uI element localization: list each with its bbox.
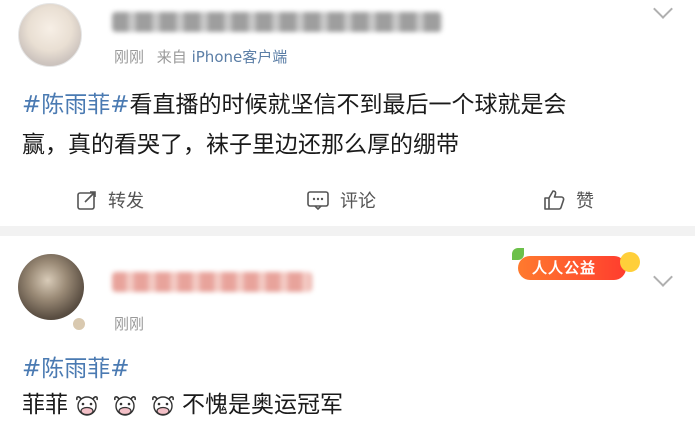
comment-label: 评论 (340, 191, 376, 212)
avatar-badge-icon (71, 316, 87, 332)
cow-emoji-icon (152, 395, 174, 416)
user-avatar[interactable] (18, 254, 84, 320)
public-welfare-badge[interactable]: 人人公益 (512, 248, 640, 284)
post-time: 刚刚 (114, 315, 145, 333)
repost-icon (77, 191, 96, 210)
post-source-device[interactable]: iPhone客户端 (192, 48, 288, 66)
like-button[interactable]: 赞 (542, 186, 594, 214)
blurred-username[interactable] (112, 12, 442, 32)
hashtag-link[interactable]: #陈雨菲# (22, 356, 130, 382)
sprig-icon (512, 248, 524, 260)
user-avatar[interactable] (18, 3, 82, 67)
like-icon (544, 190, 565, 210)
comment-icon (307, 191, 329, 211)
repost-button[interactable]: 转发 (76, 186, 144, 214)
sun-icon (620, 252, 640, 272)
badge-label: 人人公益 (532, 259, 597, 277)
post-text: 看直播的时候就坚信不到最后一个球就是会 (129, 92, 567, 118)
weibo-post-1: 刚刚 来自 iPhone客户端 #陈雨菲#看直播的时候就坚信不到最后一个球就是会… (0, 0, 695, 226)
post-text-line: #陈雨菲# (22, 350, 130, 388)
post-time: 刚刚 (114, 48, 145, 66)
post-meta: 刚刚 来自 iPhone客户端 (114, 46, 287, 67)
post-text-line: #陈雨菲#看直播的时候就坚信不到最后一个球就是会 (22, 86, 567, 124)
emoji-group (68, 392, 182, 418)
cow-emoji-icon (76, 395, 98, 416)
post-source-label: 来自 (156, 48, 187, 66)
post-text-line: 赢，真的看哭了，袜子里边还那么厚的绷带 (22, 126, 459, 164)
comment-button[interactable]: 评论 (306, 186, 376, 214)
post-text: 赢，真的看哭了，袜子里边还那么厚的绷带 (22, 132, 459, 158)
cow-emoji-icon (114, 395, 136, 416)
like-label: 赞 (576, 191, 594, 212)
post-text: 菲菲 (22, 392, 68, 418)
blurred-username[interactable] (112, 272, 312, 292)
post-text-line: 菲菲 不愧是奥运冠军 (22, 386, 343, 424)
post-text: 不愧是奥运冠军 (182, 392, 343, 418)
chevron-down-icon[interactable] (653, 0, 673, 19)
repost-label: 转发 (108, 191, 144, 212)
post-meta: 刚刚 (114, 313, 144, 334)
hashtag-link[interactable]: #陈雨菲# (22, 92, 130, 118)
